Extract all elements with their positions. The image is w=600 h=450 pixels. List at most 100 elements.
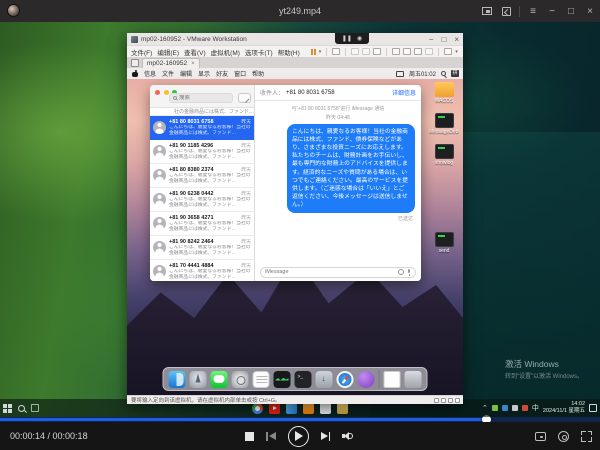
conversation-item[interactable]: +81 80 8031 6758昨天こんにちは、親愛なるお客様！当社の金融商品に… <box>150 116 254 140</box>
store-taskbar-icon[interactable] <box>320 403 331 414</box>
tray-chevron-icon[interactable]: ⌃ <box>482 404 488 412</box>
vm-library-button[interactable] <box>444 48 452 55</box>
conversation-item[interactable]: +81 90 3658 4271昨天こんにちは、親愛なるお客様！当社の金融商品に… <box>150 212 254 236</box>
macos-menu-item[interactable]: 好友 <box>216 69 228 78</box>
textedit-dock-icon[interactable] <box>253 371 270 388</box>
macos-desktop-icon[interactable]: MACOS <box>435 82 454 104</box>
vm-maximize-button[interactable]: □ <box>441 35 446 44</box>
vm-pause-caret-icon[interactable]: ▾ <box>319 49 322 55</box>
mail-taskbar-icon[interactable] <box>286 403 297 414</box>
tray-app-icon-4[interactable] <box>522 405 528 411</box>
microphone-icon[interactable] <box>407 269 411 276</box>
volume-icon[interactable] <box>342 431 355 442</box>
close-traffic-light[interactable] <box>155 90 160 95</box>
ime-indicator[interactable]: 中 <box>532 403 539 413</box>
tray-app-icon-2[interactable] <box>502 405 508 411</box>
showlog-desktop-icon[interactable]: showlog <box>435 144 454 166</box>
search-input[interactable] <box>179 95 219 101</box>
details-link[interactable]: 详细信息 <box>392 88 416 97</box>
launchpad-dock-icon[interactable] <box>190 371 207 388</box>
conversation-item[interactable]: +81 70 4441 4884昨天こんにちは、親愛なるお客様！当社の金融商品に… <box>150 260 254 281</box>
start-button-icon[interactable] <box>3 404 12 413</box>
vm-grab-toolbar[interactable]: ❚❚◉ <box>335 33 369 44</box>
snapshot-button[interactable] <box>535 432 546 441</box>
spotlight-icon[interactable] <box>441 71 446 76</box>
terminal-dock-icon[interactable] <box>295 371 312 388</box>
vm-pause-button[interactable] <box>311 49 316 55</box>
vm-fullscreen-button[interactable] <box>414 48 422 55</box>
activity-monitor-dock-icon[interactable] <box>274 371 291 388</box>
conversation-item[interactable]: +81 90 6238 0442昨天こんにちは、親愛なるお客様！当社の金融商品に… <box>150 188 254 212</box>
macos-ime-badge[interactable]: 拼 <box>451 70 459 77</box>
conversation-item[interactable]: +81 90 8242 2464昨天こんにちは、親愛なるお客様！当社の金融商品に… <box>150 236 254 260</box>
facetime-dock-icon[interactable] <box>358 371 375 388</box>
macos-menu-item[interactable]: 编辑 <box>180 69 192 78</box>
minimize-traffic-light[interactable] <box>164 90 169 95</box>
vm-menu-item[interactable]: 查看(V) <box>184 47 206 57</box>
menu-icon[interactable]: ≡ <box>527 5 539 17</box>
system-preferences-dock-icon[interactable] <box>232 371 249 388</box>
vm-menu-item[interactable]: 编辑(E) <box>157 47 179 57</box>
vm-minimize-button[interactable]: − <box>429 35 434 44</box>
imessage-input[interactable] <box>265 269 395 275</box>
send-desktop-icon[interactable]: send <box>435 232 454 254</box>
previous-button[interactable] <box>266 432 276 441</box>
notification-center-icon[interactable] <box>589 404 597 412</box>
fullscreen-button[interactable] <box>581 431 592 442</box>
vm-unity-button[interactable] <box>403 48 411 55</box>
safari-dock-icon[interactable] <box>337 371 354 388</box>
vm-menu-item[interactable]: 选项卡(T) <box>245 47 273 57</box>
vm-revert-snapshot-button[interactable] <box>362 48 370 55</box>
conversation-item[interactable]: +81 80 8380 2374昨天こんにちは、親愛なるお客様！当社の金融商品に… <box>150 164 254 188</box>
vm-menu-item[interactable]: 文件(F) <box>131 47 152 57</box>
vm-home-tab-icon[interactable] <box>131 59 139 67</box>
compose-button[interactable] <box>238 93 251 103</box>
apple-menu-icon[interactable] <box>132 70 138 77</box>
installer-dock-icon[interactable] <box>316 371 333 388</box>
tray-app-icon-3[interactable] <box>512 405 518 411</box>
macos-menu-item[interactable]: 窗口 <box>234 69 246 78</box>
conversation-search[interactable] <box>169 93 233 103</box>
vm-tab[interactable]: mp02-160952 × <box>142 58 200 68</box>
vm-menu-item[interactable]: 虚拟机(M) <box>211 47 240 57</box>
task-view-icon[interactable] <box>31 404 39 412</box>
folder-orange-taskbar-icon[interactable] <box>303 403 314 414</box>
settings-gear-icon[interactable] <box>558 431 569 442</box>
maximize-button[interactable]: □ <box>565 5 577 17</box>
conversation-item-partial[interactable]: 社の金融商品には株式、ファンド… <box>150 108 254 116</box>
taskbar-search-icon[interactable] <box>18 405 25 412</box>
minimize-button[interactable]: − <box>546 5 558 17</box>
vm-close-button[interactable]: × <box>454 35 459 44</box>
display-status-icon[interactable] <box>396 71 404 77</box>
tray-app-icon-1[interactable] <box>492 405 498 411</box>
vm-tab-close-icon[interactable]: × <box>191 61 195 67</box>
vm-console-view-button[interactable] <box>392 48 400 55</box>
macos-menu-item[interactable]: 显示 <box>198 69 210 78</box>
vm-snapshot-button[interactable] <box>351 48 359 55</box>
next-button[interactable] <box>321 432 331 441</box>
close-button[interactable]: × <box>584 5 596 17</box>
conversation-item[interactable]: +81 90 1185 4296昨天こんにちは、親愛なるお客様！当社の金融商品に… <box>150 140 254 164</box>
finder-dock-icon[interactable] <box>169 371 186 388</box>
play-button[interactable] <box>288 426 309 447</box>
vm-menu-item[interactable]: 帮助(H) <box>278 47 300 57</box>
messages-dock-icon[interactable] <box>211 371 228 388</box>
vm-library-caret-icon[interactable]: ▾ <box>455 49 458 55</box>
vm-stretch-button[interactable] <box>425 48 433 55</box>
explorer-taskbar-icon[interactable] <box>337 403 348 414</box>
stop-button[interactable] <box>245 432 254 441</box>
chrome-taskbar-icon[interactable] <box>252 403 263 414</box>
emoji-icon[interactable] <box>398 269 404 275</box>
macos-menu-item[interactable]: 帮助 <box>252 69 264 78</box>
messagedebug-desktop-icon[interactable]: MessageDebug <box>429 113 459 135</box>
document-dock-icon[interactable] <box>384 371 401 388</box>
vm-device-icons[interactable] <box>434 398 460 403</box>
vm-ctrl-alt-del-button[interactable] <box>332 48 340 55</box>
clock-date[interactable]: 14:02 2024/11/1 星期五 <box>543 401 585 414</box>
macos-menu-item[interactable]: 文件 <box>162 69 174 78</box>
youtube-taskbar-icon[interactable] <box>269 403 280 414</box>
video-area[interactable]: mp02-160952 - VMware Workstation ❚❚◉ − □… <box>0 22 600 417</box>
message-input-field[interactable] <box>260 267 416 278</box>
trash-dock-icon[interactable] <box>405 371 422 388</box>
macos-menu-item[interactable]: 信息 <box>144 69 156 78</box>
